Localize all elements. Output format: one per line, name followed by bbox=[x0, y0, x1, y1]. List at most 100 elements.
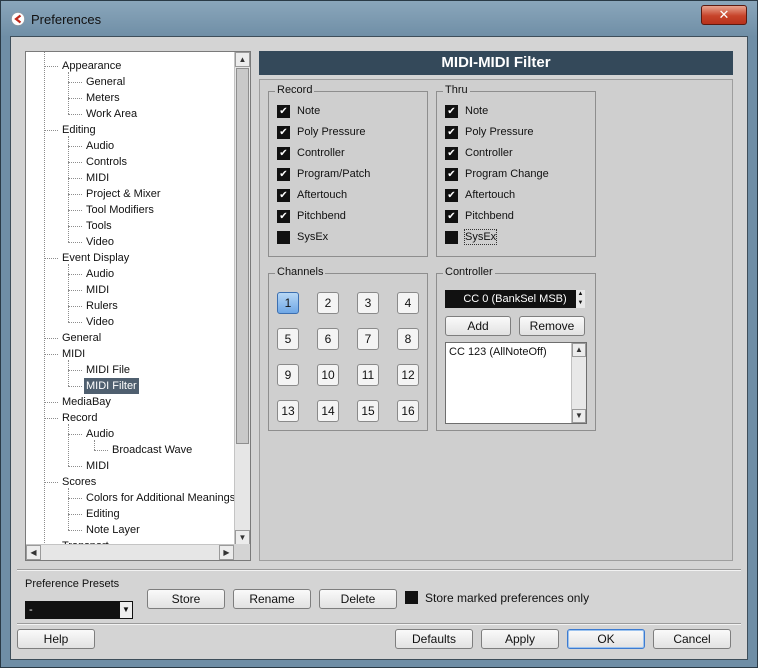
tree-item-controls[interactable]: Controls bbox=[84, 154, 129, 170]
tree-horizontal-scrollbar[interactable]: ◀ ▶ bbox=[26, 544, 234, 560]
tree-item-general[interactable]: General bbox=[84, 74, 127, 90]
title-bar[interactable]: Preferences ✕ bbox=[1, 1, 757, 37]
thru-group: Thru ✔ Note ✔ Poly Pressure ✔ Controller ✔ Prog… bbox=[436, 84, 596, 257]
list-scroll-up-icon[interactable]: ▲ bbox=[572, 343, 586, 357]
channel-12-button[interactable]: 12 bbox=[397, 364, 419, 386]
checkmark-icon[interactable]: ✔ bbox=[445, 168, 458, 181]
controller-list-scrollbar[interactable]: ▲ ▼ bbox=[571, 343, 586, 423]
tree-item-audio[interactable]: Audio bbox=[84, 138, 116, 154]
separator bbox=[17, 569, 741, 571]
tree-item-scores[interactable]: Scores bbox=[60, 474, 98, 490]
tree-item-tool-modifiers[interactable]: Tool Modifiers bbox=[84, 202, 156, 218]
channel-13-button[interactable]: 13 bbox=[277, 400, 299, 422]
checkbox-box[interactable] bbox=[445, 231, 458, 244]
checkmark-icon[interactable]: ✔ bbox=[445, 147, 458, 160]
cancel-button[interactable]: Cancel bbox=[653, 629, 731, 649]
tree-item-editing[interactable]: Editing bbox=[84, 506, 122, 522]
channel-3-button[interactable]: 3 bbox=[357, 292, 379, 314]
tree-branch-line bbox=[68, 98, 82, 99]
channel-8-button[interactable]: 8 bbox=[397, 328, 419, 350]
ok-button[interactable]: OK bbox=[567, 629, 645, 649]
tree-item-midi[interactable]: MIDI bbox=[84, 170, 111, 186]
checkmark-icon[interactable]: ✔ bbox=[277, 105, 290, 118]
checkmark-icon[interactable]: ✔ bbox=[277, 210, 290, 223]
tree-item-general[interactable]: General bbox=[60, 330, 103, 346]
channel-4-button[interactable]: 4 bbox=[397, 292, 419, 314]
tree-item-appearance[interactable]: Appearance bbox=[60, 58, 123, 74]
tree-item-rulers[interactable]: Rulers bbox=[84, 298, 120, 314]
tree-branch-line bbox=[44, 402, 58, 403]
checkmark-icon[interactable]: ✔ bbox=[277, 189, 290, 202]
checkmark-icon[interactable]: ✔ bbox=[277, 168, 290, 181]
tree-item-audio[interactable]: Audio bbox=[84, 266, 116, 282]
tree-item-midi[interactable]: MIDI bbox=[84, 282, 111, 298]
tree-item-midi[interactable]: MIDI bbox=[60, 346, 87, 362]
checkmark-icon[interactable]: ✔ bbox=[445, 105, 458, 118]
tree-vertical-scrollbar[interactable]: ▲ ▼ bbox=[234, 52, 250, 545]
tree-item-event-display[interactable]: Event Display bbox=[60, 250, 131, 266]
tree-item-mediabay[interactable]: MediaBay bbox=[60, 394, 113, 410]
help-button[interactable]: Help bbox=[17, 629, 95, 649]
tree-item-audio[interactable]: Audio bbox=[84, 426, 116, 442]
tree-item-colors-for-additional-meanings[interactable]: Colors for Additional Meanings bbox=[84, 490, 234, 506]
controller-list[interactable]: CC 123 (AllNoteOff) ▲ ▼ bbox=[445, 342, 587, 424]
checkbox-label: Note bbox=[465, 105, 489, 117]
tree-item-meters[interactable]: Meters bbox=[84, 90, 122, 106]
controller-select[interactable]: CC 0 (BankSel MSB) ▲ ▼ bbox=[445, 290, 585, 308]
channel-2-button[interactable]: 2 bbox=[317, 292, 339, 314]
tree-branch-line bbox=[44, 338, 58, 339]
tree-item-note-layer[interactable]: Note Layer bbox=[84, 522, 142, 538]
preferences-window: Preferences ✕ Appearance General Meters Wor… bbox=[0, 0, 758, 668]
dialog-client: Appearance General Meters Work Area Editing A… bbox=[10, 36, 748, 660]
chevron-down-icon[interactable]: ▼ bbox=[120, 602, 132, 618]
channel-16-button[interactable]: 16 bbox=[397, 400, 419, 422]
apply-button[interactable]: Apply bbox=[481, 629, 559, 649]
delete-button[interactable]: Delete bbox=[319, 589, 397, 609]
channel-6-button[interactable]: 6 bbox=[317, 328, 339, 350]
remove-button[interactable]: Remove bbox=[519, 316, 585, 336]
tree-item-video[interactable]: Video bbox=[84, 314, 116, 330]
channel-5-button[interactable]: 5 bbox=[277, 328, 299, 350]
tree-item-record[interactable]: Record bbox=[60, 410, 99, 426]
spin-arrows-icon[interactable]: ▲ ▼ bbox=[576, 290, 585, 308]
tree-item-midi-file[interactable]: MIDI File bbox=[84, 362, 132, 378]
tree-item-broadcast-wave[interactable]: Broadcast Wave bbox=[110, 442, 194, 458]
store-button[interactable]: Store bbox=[147, 589, 225, 609]
tree-item-midi[interactable]: MIDI bbox=[84, 458, 111, 474]
close-button[interactable]: ✕ bbox=[701, 5, 747, 25]
defaults-button[interactable]: Defaults bbox=[395, 629, 473, 649]
scroll-right-icon[interactable]: ▶ bbox=[219, 545, 234, 560]
tree-branch-line bbox=[68, 274, 82, 275]
list-scroll-down-icon[interactable]: ▼ bbox=[572, 409, 586, 423]
checkbox-label: Note bbox=[297, 105, 321, 117]
scroll-down-icon[interactable]: ▼ bbox=[235, 530, 250, 545]
store-marked-checkbox[interactable] bbox=[405, 591, 418, 604]
controller-list-item[interactable]: CC 123 (AllNoteOff) bbox=[449, 345, 547, 359]
tree-item-project-mixer[interactable]: Project & Mixer bbox=[84, 186, 163, 202]
channel-7-button[interactable]: 7 bbox=[357, 328, 379, 350]
rename-button[interactable]: Rename bbox=[233, 589, 311, 609]
channel-14-button[interactable]: 14 bbox=[317, 400, 339, 422]
tree-item-midi-filter[interactable]: MIDI Filter bbox=[84, 378, 139, 394]
scroll-left-icon[interactable]: ◀ bbox=[26, 545, 41, 560]
scroll-up-icon[interactable]: ▲ bbox=[235, 52, 250, 67]
tree-guide-line bbox=[44, 52, 45, 545]
checkmark-icon[interactable]: ✔ bbox=[277, 126, 290, 139]
tree-item-editing[interactable]: Editing bbox=[60, 122, 98, 138]
checkbox-box[interactable] bbox=[277, 231, 290, 244]
checkmark-icon[interactable]: ✔ bbox=[277, 147, 290, 160]
tree-item-video[interactable]: Video bbox=[84, 234, 116, 250]
preset-select[interactable]: - ▼ bbox=[25, 601, 133, 619]
tree-item-tools[interactable]: Tools bbox=[84, 218, 114, 234]
checkmark-icon[interactable]: ✔ bbox=[445, 189, 458, 202]
scroll-thumb[interactable] bbox=[236, 68, 249, 444]
add-button[interactable]: Add bbox=[445, 316, 511, 336]
channel-1-button[interactable]: 1 bbox=[277, 292, 299, 314]
channel-9-button[interactable]: 9 bbox=[277, 364, 299, 386]
channel-11-button[interactable]: 11 bbox=[357, 364, 379, 386]
channel-15-button[interactable]: 15 bbox=[357, 400, 379, 422]
checkmark-icon[interactable]: ✔ bbox=[445, 126, 458, 139]
channel-10-button[interactable]: 10 bbox=[317, 364, 339, 386]
checkmark-icon[interactable]: ✔ bbox=[445, 210, 458, 223]
tree-item-work-area[interactable]: Work Area bbox=[84, 106, 139, 122]
